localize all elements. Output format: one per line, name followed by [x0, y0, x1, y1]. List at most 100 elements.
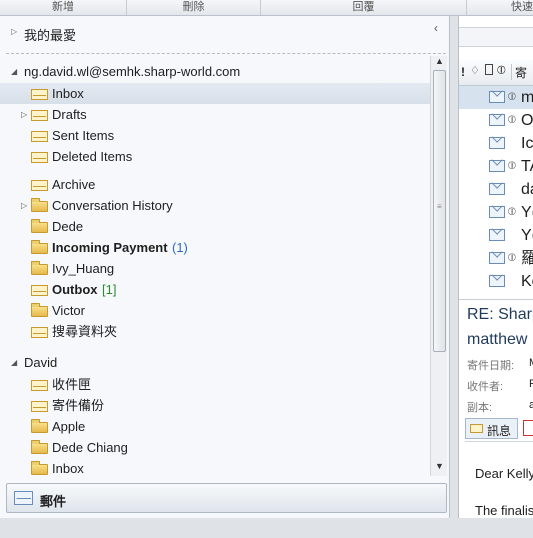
- pdf-attachment-icon[interactable]: [523, 420, 533, 436]
- message-row[interactable]: ⦶ 羅: [459, 247, 533, 270]
- outbox-icon: [31, 285, 48, 296]
- message-and-reading-pane: ! ♢ ⦶ 寄 ⦶m⦶OIc⦶TAda⦶Y(Y(⦶羅Ke RE: Sharp m…: [458, 16, 533, 518]
- folder-row[interactable]: Inbox: [0, 458, 430, 479]
- folder-row[interactable]: 收件匣: [0, 374, 430, 395]
- folder-row-conversation-history[interactable]: ▷ Conversation History: [0, 195, 430, 216]
- attachment-column-icon[interactable]: ⦶: [497, 63, 506, 78]
- expanded-triangle-icon[interactable]: ◢: [11, 61, 21, 82]
- folder-row-archive[interactable]: Archive: [0, 174, 430, 195]
- message-row[interactable]: ⦶ TA: [459, 155, 533, 178]
- folder-row[interactable]: 寄件備份: [0, 395, 430, 416]
- folder-row-sent-items[interactable]: Sent Items: [0, 125, 430, 146]
- attachment-icon: ⦶: [508, 252, 516, 264]
- folder-row-deleted-items[interactable]: Deleted Items: [0, 146, 430, 167]
- folder-label: Drafts: [52, 107, 87, 122]
- folder-row-inbox[interactable]: Inbox: [0, 83, 430, 104]
- message-sender: da: [521, 181, 533, 198]
- expanded-triangle-icon[interactable]: ◢: [11, 352, 21, 373]
- favorites-section: ▷ 我的最愛 ‹: [0, 16, 450, 51]
- folder-icon: [31, 261, 48, 275]
- message-sender: TA: [521, 158, 533, 175]
- body-greeting: Dear Kelly: [475, 466, 533, 481]
- folder-scrollbar[interactable]: ▲ ≡ ▼: [430, 56, 447, 476]
- folder-label: 收件匣: [52, 377, 92, 392]
- folder-label: Sent Items: [52, 128, 115, 143]
- folder-row-drafts[interactable]: ▷ Drafts: [0, 104, 430, 125]
- from-column-header[interactable]: 寄: [515, 64, 527, 81]
- scroll-up-arrow-icon[interactable]: ▲: [435, 56, 444, 66]
- mail-nav-button[interactable]: 郵件: [6, 483, 447, 513]
- message-sender: Ic: [521, 135, 533, 152]
- folder-label: Inbox: [52, 86, 84, 101]
- folder-row-incoming-payment[interactable]: Incoming Payment (1): [0, 237, 430, 258]
- mail-icon-flap: [16, 492, 31, 499]
- folder-icon: [31, 240, 48, 254]
- account-name: David: [24, 355, 58, 370]
- divider: [6, 53, 446, 54]
- favorites-label[interactable]: 我的最愛: [24, 25, 76, 44]
- minimize-pane-icon[interactable]: ‹: [434, 21, 438, 35]
- body-line: The finalis: [475, 503, 533, 518]
- message-sender: 羅: [521, 250, 533, 267]
- message-row[interactable]: ⦶ Y(: [459, 201, 533, 224]
- folder-row-dede[interactable]: Dede: [0, 216, 430, 237]
- drafts-icon: [31, 110, 48, 121]
- sent-label: 寄件日期:: [467, 360, 515, 372]
- sent-value: M: [529, 357, 533, 369]
- reminder-column-icon[interactable]: ♢: [470, 64, 480, 77]
- folder-row-outbox[interactable]: Outbox [1]: [0, 279, 430, 300]
- mail-icon: [489, 91, 505, 103]
- folder-tree: ◢ ng.david.wl@semhk.sharp-world.com ◢ Da…: [0, 58, 430, 494]
- folder-label: Archive: [52, 177, 96, 192]
- folder-row-victor[interactable]: Victor: [0, 300, 430, 321]
- message-tab[interactable]: 訊息: [465, 418, 518, 439]
- scroll-down-arrow-icon[interactable]: ▼: [435, 461, 444, 471]
- expand-triangle-icon[interactable]: ▷: [21, 104, 31, 125]
- new-button[interactable]: 新增: [0, 0, 126, 15]
- message-row[interactable]: ⦶ m: [459, 86, 533, 109]
- message-row[interactable]: Ic: [459, 132, 533, 155]
- message-row[interactable]: ⦶ O: [459, 109, 533, 132]
- unread-count: (1): [172, 240, 188, 255]
- delete-button[interactable]: 刪除: [127, 0, 260, 15]
- folder-icon: [31, 461, 48, 475]
- folder-label: 寄件備份: [52, 398, 105, 413]
- folder-row[interactable]: Apple: [0, 416, 430, 437]
- folder-label: Victor: [52, 303, 85, 318]
- inbox-icon: [31, 380, 48, 391]
- reply-button[interactable]: 回覆: [261, 0, 466, 15]
- account-row-david[interactable]: ◢ David: [0, 352, 430, 373]
- reading-pane: RE: Sharp matthew 寄件日期: M 收件者: F 副本: a 訊…: [459, 298, 533, 538]
- message-tab-icon: [470, 424, 483, 433]
- inbox-icon: [31, 89, 48, 100]
- folder-icon: [31, 440, 48, 454]
- subject-line-1: RE: Sharp: [467, 306, 533, 323]
- folder-row-ivy-huang[interactable]: Ivy_Huang: [0, 258, 430, 279]
- message-row[interactable]: Ke: [459, 270, 533, 293]
- quick-steps-button[interactable]: 快速: [467, 0, 533, 15]
- arrange-bar: [459, 27, 533, 47]
- folder-icon: [31, 419, 48, 433]
- scrollbar-thumb[interactable]: ≡: [433, 70, 446, 352]
- expand-triangle-icon[interactable]: ▷: [21, 195, 31, 216]
- folder-row[interactable]: Dede Chiang: [0, 437, 430, 458]
- unread-count: [1]: [102, 282, 117, 297]
- mail-icon: [489, 229, 505, 241]
- importance-column-icon[interactable]: !: [461, 65, 465, 79]
- type-column-icon[interactable]: [485, 64, 493, 75]
- toolbar: 新增 刪除 回覆 快速: [0, 0, 533, 16]
- message-list-header: ! ♢ ⦶ 寄: [459, 60, 533, 86]
- cc-label: 副本:: [467, 402, 493, 414]
- folder-label: 搜尋資料夾: [52, 324, 118, 339]
- message-row[interactable]: da: [459, 178, 533, 201]
- cc-value: a: [529, 399, 533, 411]
- folder-label: Apple: [52, 419, 86, 434]
- collapse-triangle-icon[interactable]: ▷: [11, 27, 17, 36]
- account-row[interactable]: ◢ ng.david.wl@semhk.sharp-world.com: [0, 61, 430, 82]
- mail-icon: [489, 114, 505, 126]
- folder-label: Ivy_Huang: [52, 261, 115, 276]
- folder-label: Deleted Items: [52, 149, 133, 164]
- message-tab-label: 訊息: [487, 424, 512, 438]
- folder-row-[interactable]: 搜尋資料夾: [0, 321, 430, 342]
- message-row[interactable]: Y(: [459, 224, 533, 247]
